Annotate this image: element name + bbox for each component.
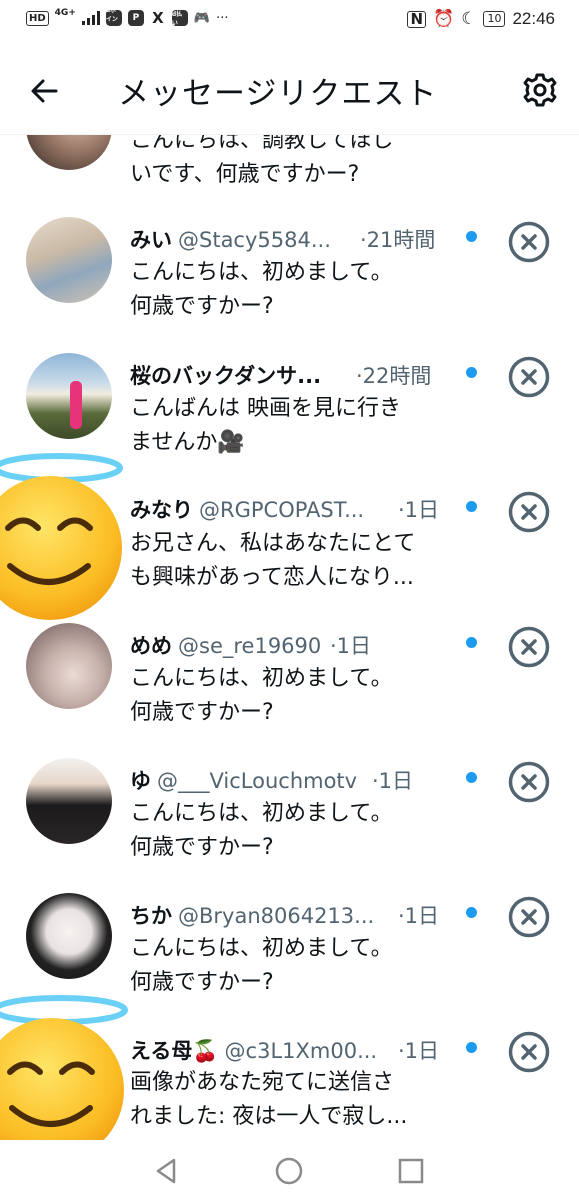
dismiss-button[interactable]	[507, 760, 551, 804]
unread-indicator	[466, 772, 477, 783]
back-button[interactable]	[24, 70, 66, 112]
dismiss-button[interactable]	[507, 490, 551, 534]
unread-indicator	[466, 637, 477, 648]
sender-name: ちか	[130, 904, 172, 928]
close-circle-icon	[508, 491, 550, 533]
avatar	[26, 758, 112, 844]
message-preview: 画像があなた宛てに送信さ れました: 夜は一人で寂し...	[130, 1070, 408, 1129]
avatar	[26, 353, 112, 439]
sender-line: ゆ @___VicLouchmotv	[130, 765, 357, 795]
close-circle-icon	[508, 356, 550, 398]
app-header: メッセージリクエスト	[0, 44, 579, 135]
unread-indicator	[466, 1042, 477, 1053]
sender-name: みなり	[130, 498, 193, 522]
close-circle-icon	[508, 1031, 550, 1073]
timestamp: ·1日	[398, 498, 440, 522]
dismiss-button[interactable]	[507, 220, 551, 264]
sender-name: めめ	[130, 634, 172, 658]
message-preview: こんにちは、初めまして。 何歳ですかー?	[130, 666, 393, 725]
message-preview: こんにちは、初めまして。 何歳ですかー?	[130, 260, 393, 319]
sender-line: みなり @RGPCOPAST...	[130, 494, 364, 524]
sender-handle: @___VicLouchmotv	[157, 769, 358, 793]
halo-smiling-face-emoji	[0, 453, 123, 620]
sender-handle: @Stacy5584...	[178, 228, 331, 252]
sender-name: みい	[130, 228, 172, 252]
close-circle-icon	[508, 221, 550, 263]
system-nav-bar	[0, 1140, 579, 1200]
close-circle-icon	[508, 896, 550, 938]
timestamp: ·1日	[330, 634, 372, 658]
unread-indicator	[466, 907, 477, 918]
dismiss-button[interactable]	[507, 895, 551, 939]
timestamp: ·1日	[372, 769, 414, 793]
avatar	[26, 893, 112, 979]
unread-indicator	[466, 367, 477, 378]
sender-handle: @Bryan8064213...	[178, 904, 375, 928]
sender-line: える母🍒 @c3L1Xm00...	[130, 1035, 377, 1065]
timestamp: ·21時間	[360, 228, 436, 252]
sender-name: える母🍒	[130, 1039, 219, 1063]
avatar	[26, 217, 112, 303]
nav-recents-button[interactable]	[394, 1154, 428, 1188]
sender-handle: @se_re19690	[178, 634, 322, 658]
triangle-back-icon	[156, 1158, 176, 1184]
dismiss-button[interactable]	[507, 1030, 551, 1074]
circle-home-icon	[275, 1157, 303, 1185]
sender-line: 桜のバックダンサ...	[130, 360, 321, 390]
nav-home-button[interactable]	[272, 1154, 306, 1188]
sender-name: ゆ	[130, 769, 151, 793]
gear-icon	[523, 73, 557, 107]
message-preview: こんばんは 映画を見に行き ませんか🎥	[130, 396, 401, 455]
avatar	[26, 623, 112, 709]
arrow-left-icon	[31, 79, 58, 103]
message-preview: お兄さん、私はあなたにとて も興味があって恋人になり...	[130, 531, 416, 590]
sender-name: 桜のバックダンサ...	[130, 364, 322, 388]
timestamp: ·22時間	[356, 364, 432, 388]
timestamp: ·1日	[398, 1039, 440, 1063]
dismiss-button[interactable]	[507, 625, 551, 669]
close-circle-icon	[508, 626, 550, 668]
nav-back-button[interactable]	[150, 1154, 184, 1188]
unread-indicator	[466, 231, 477, 242]
timestamp: ·1日	[398, 904, 440, 928]
settings-button[interactable]	[518, 68, 562, 112]
sender-line: みい @Stacy5584...	[130, 224, 331, 254]
message-preview: こんにちは、初めまして。 何歳ですかー?	[130, 936, 393, 995]
dismiss-button[interactable]	[507, 355, 551, 399]
sender-line: めめ @se_re19690	[130, 630, 321, 660]
square-recents-icon	[398, 1158, 424, 1184]
unread-indicator	[466, 501, 477, 512]
message-preview: こんにちは、初めまして。 何歳ですかー?	[130, 801, 393, 860]
close-circle-icon	[508, 761, 550, 803]
sender-handle: @c3L1Xm00...	[224, 1039, 378, 1063]
page-title: メッセージリクエスト	[118, 76, 438, 112]
sender-line: ちか @Bryan8064213...	[130, 900, 374, 930]
sender-handle: @RGPCOPAST...	[199, 498, 365, 522]
